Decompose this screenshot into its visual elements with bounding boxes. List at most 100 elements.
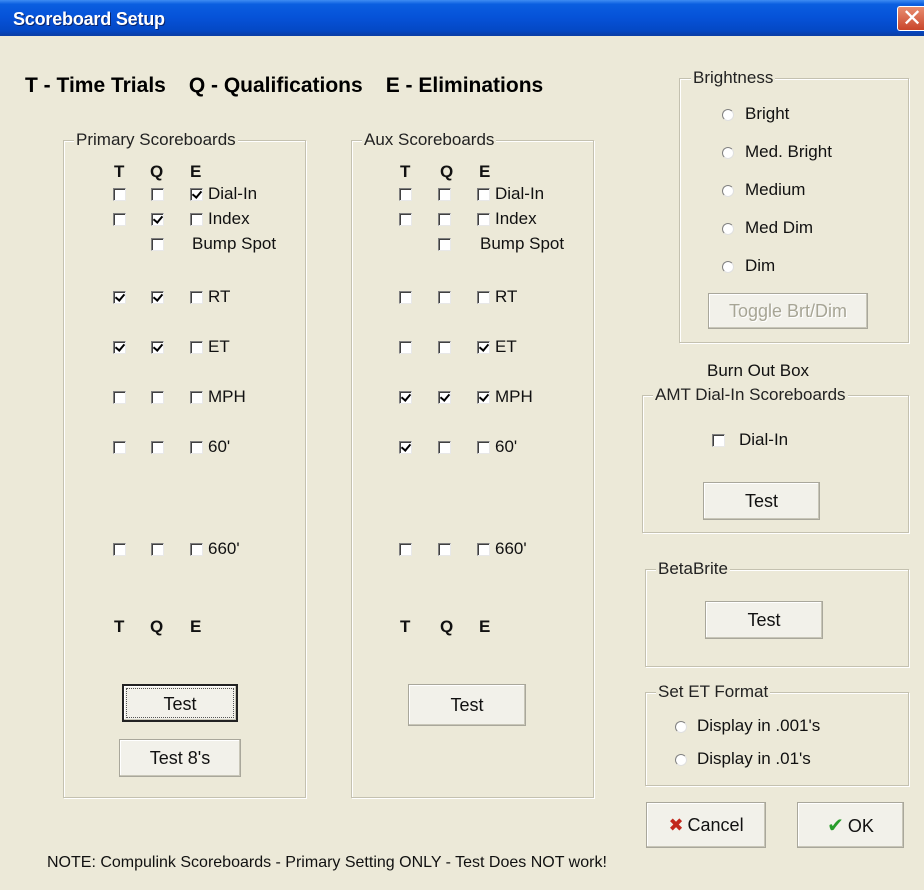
- betabrite-legend: BetaBrite: [656, 559, 730, 579]
- brightness-med-dim-radio[interactable]: [722, 223, 734, 235]
- primary-test-button[interactable]: Test: [122, 684, 238, 722]
- amt-dial-in-checkbox[interactable]: [712, 434, 725, 447]
- aux-bump-spot-label: Bump Spot: [480, 234, 565, 253]
- aux-660-q-checkbox[interactable]: [438, 543, 451, 556]
- primary-col-t-footer: T: [114, 617, 125, 636]
- aux-test-button[interactable]: Test: [408, 684, 526, 726]
- header-eliminations: E - Eliminations: [385, 74, 544, 97]
- scoreboard-setup-dialog: Scoreboard Setup ✕ T - Time Trials Q - Qu…: [0, 0, 924, 890]
- primary-rt-q-checkbox[interactable]: [151, 291, 164, 304]
- amt-dial-in-legend: AMT Dial-In Scoreboards: [653, 385, 848, 405]
- primary-60-t-checkbox[interactable]: [113, 441, 126, 454]
- primary-rt-e-checkbox[interactable]: [190, 291, 203, 304]
- et-format-display-in-001-s-label: Display in .001's: [697, 716, 821, 735]
- window-title: Scoreboard Setup: [13, 9, 165, 29]
- brightness-medium-radio[interactable]: [722, 185, 734, 197]
- toggle-brightness-button[interactable]: Toggle Brt/Dim: [708, 293, 868, 329]
- primary-et-e-checkbox[interactable]: [190, 341, 203, 354]
- aux-rt-label: RT: [495, 287, 518, 306]
- primary-660-e-checkbox[interactable]: [190, 543, 203, 556]
- primary-660-t-checkbox[interactable]: [113, 543, 126, 556]
- et-format-legend: Set ET Format: [656, 682, 771, 702]
- primary-mph-e-checkbox[interactable]: [190, 391, 203, 404]
- primary-bump-spot-q-checkbox[interactable]: [151, 238, 164, 251]
- header-qualifications: Q - Qualifications: [188, 74, 363, 97]
- primary-mph-t-checkbox[interactable]: [113, 391, 126, 404]
- aux-rt-e-checkbox[interactable]: [477, 291, 490, 304]
- aux-et-label: ET: [495, 337, 517, 356]
- aux-660-label: 660': [495, 539, 527, 558]
- primary-dial-in-q-checkbox[interactable]: [151, 188, 164, 201]
- primary-dial-in-e-checkbox[interactable]: [190, 188, 203, 201]
- aux-col-e-header: E: [479, 162, 491, 181]
- primary-rt-t-checkbox[interactable]: [113, 291, 126, 304]
- primary-scoreboards-legend: Primary Scoreboards: [74, 130, 238, 150]
- aux-col-t-footer: T: [400, 617, 411, 636]
- amt-dial-in-label: Dial-In: [739, 430, 789, 449]
- primary-mph-q-checkbox[interactable]: [151, 391, 164, 404]
- aux-index-e-checkbox[interactable]: [477, 213, 490, 226]
- aux-et-e-checkbox[interactable]: [477, 341, 490, 354]
- title-bar[interactable]: Scoreboard Setup ✕: [0, 0, 924, 36]
- aux-60-q-checkbox[interactable]: [438, 441, 451, 454]
- aux-et-t-checkbox[interactable]: [399, 341, 412, 354]
- aux-rt-q-checkbox[interactable]: [438, 291, 451, 304]
- primary-660-label: 660': [208, 539, 240, 558]
- primary-col-q-header: Q: [150, 162, 164, 181]
- aux-mph-q-checkbox[interactable]: [438, 391, 451, 404]
- aux-dial-in-label: Dial-In: [495, 184, 545, 203]
- aux-dial-in-e-checkbox[interactable]: [477, 188, 490, 201]
- ok-button[interactable]: ✔ OK: [797, 802, 904, 848]
- aux-index-t-checkbox[interactable]: [399, 213, 412, 226]
- primary-et-q-checkbox[interactable]: [151, 341, 164, 354]
- primary-60-e-checkbox[interactable]: [190, 441, 203, 454]
- primary-60-q-checkbox[interactable]: [151, 441, 164, 454]
- aux-dial-in-q-checkbox[interactable]: [438, 188, 451, 201]
- betabrite-test-button[interactable]: Test: [705, 601, 823, 639]
- aux-660-t-checkbox[interactable]: [399, 543, 412, 556]
- burnout-test-button[interactable]: Test: [703, 482, 820, 520]
- primary-index-q-checkbox[interactable]: [151, 213, 164, 226]
- brightness-medium-label: Medium: [745, 180, 806, 199]
- header-time-trials: T - Time Trials: [25, 74, 166, 97]
- close-icon: ✕: [902, 4, 923, 32]
- aux-index-q-checkbox[interactable]: [438, 213, 451, 226]
- primary-dial-in-label: Dial-In: [208, 184, 258, 203]
- brightness-dim-radio[interactable]: [722, 261, 734, 273]
- primary-col-q-footer: Q: [150, 617, 164, 636]
- primary-index-t-checkbox[interactable]: [113, 213, 126, 226]
- aux-60-e-checkbox[interactable]: [477, 441, 490, 454]
- primary-et-t-checkbox[interactable]: [113, 341, 126, 354]
- aux-et-q-checkbox[interactable]: [438, 341, 451, 354]
- aux-col-q-header: Q: [440, 162, 454, 181]
- aux-mph-t-checkbox[interactable]: [399, 391, 412, 404]
- aux-bump-spot-q-checkbox[interactable]: [438, 238, 451, 251]
- brightness-med-bright-radio[interactable]: [722, 147, 734, 159]
- primary-test-8s-button[interactable]: Test 8's: [119, 739, 241, 777]
- primary-et-label: ET: [208, 337, 230, 356]
- brightness-med-bright-label: Med. Bright: [745, 142, 832, 161]
- ok-check-icon: ✔: [827, 813, 844, 837]
- aux-mph-e-checkbox[interactable]: [477, 391, 490, 404]
- primary-index-label: Index: [208, 209, 250, 228]
- primary-rt-label: RT: [208, 287, 231, 306]
- primary-col-e-footer: E: [190, 617, 202, 636]
- et-format-display-in-001-s-radio[interactable]: [675, 721, 687, 733]
- primary-index-e-checkbox[interactable]: [190, 213, 203, 226]
- aux-scoreboards-legend: Aux Scoreboards: [362, 130, 497, 150]
- brightness-bright-label: Bright: [745, 104, 790, 123]
- brightness-bright-radio[interactable]: [722, 109, 734, 121]
- close-button[interactable]: ✕: [897, 4, 924, 32]
- et-format-group: Set ET Format: [645, 682, 909, 786]
- primary-col-e-header: E: [190, 162, 202, 181]
- cancel-button[interactable]: ✖ Cancel: [646, 802, 766, 848]
- primary-dial-in-t-checkbox[interactable]: [113, 188, 126, 201]
- aux-60-t-checkbox[interactable]: [399, 441, 412, 454]
- aux-dial-in-t-checkbox[interactable]: [399, 188, 412, 201]
- aux-660-e-checkbox[interactable]: [477, 543, 490, 556]
- aux-rt-t-checkbox[interactable]: [399, 291, 412, 304]
- primary-660-q-checkbox[interactable]: [151, 543, 164, 556]
- et-format-display-in-01-s-radio[interactable]: [675, 754, 687, 766]
- brightness-dim-label: Dim: [745, 256, 776, 275]
- aux-col-q-footer: Q: [440, 617, 454, 636]
